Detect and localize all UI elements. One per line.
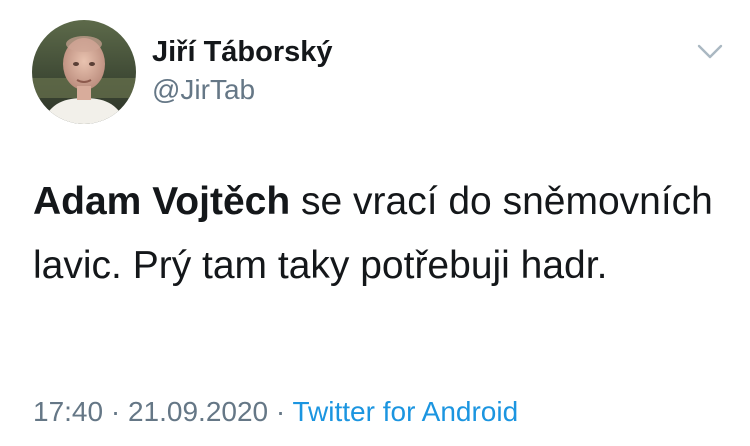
tweet-card: Jiří Táborský @JirTab Adam Vojtěch se vr…: [0, 0, 750, 446]
display-name[interactable]: Jiří Táborský: [152, 36, 333, 69]
meta-separator-2: ·: [268, 396, 293, 427]
tweet-meta: 17:40 · 21.09.2020 · Twitter for Android: [33, 396, 518, 428]
chevron-down-icon[interactable]: [696, 42, 724, 62]
meta-separator: ·: [103, 396, 128, 427]
tweet-text-bold: Adam Vojtěch: [33, 180, 291, 223]
tweet-text: Adam Vojtěch se vrací do sněmovních lavi…: [33, 170, 723, 298]
avatar-image: [32, 20, 136, 124]
tweet-source-link[interactable]: Twitter for Android: [293, 396, 519, 427]
user-handle[interactable]: @JirTab: [152, 74, 255, 106]
tweet-date: 21.09.2020: [127, 396, 269, 427]
avatar[interactable]: [32, 20, 136, 124]
tweet-time: 17:40: [33, 396, 104, 427]
